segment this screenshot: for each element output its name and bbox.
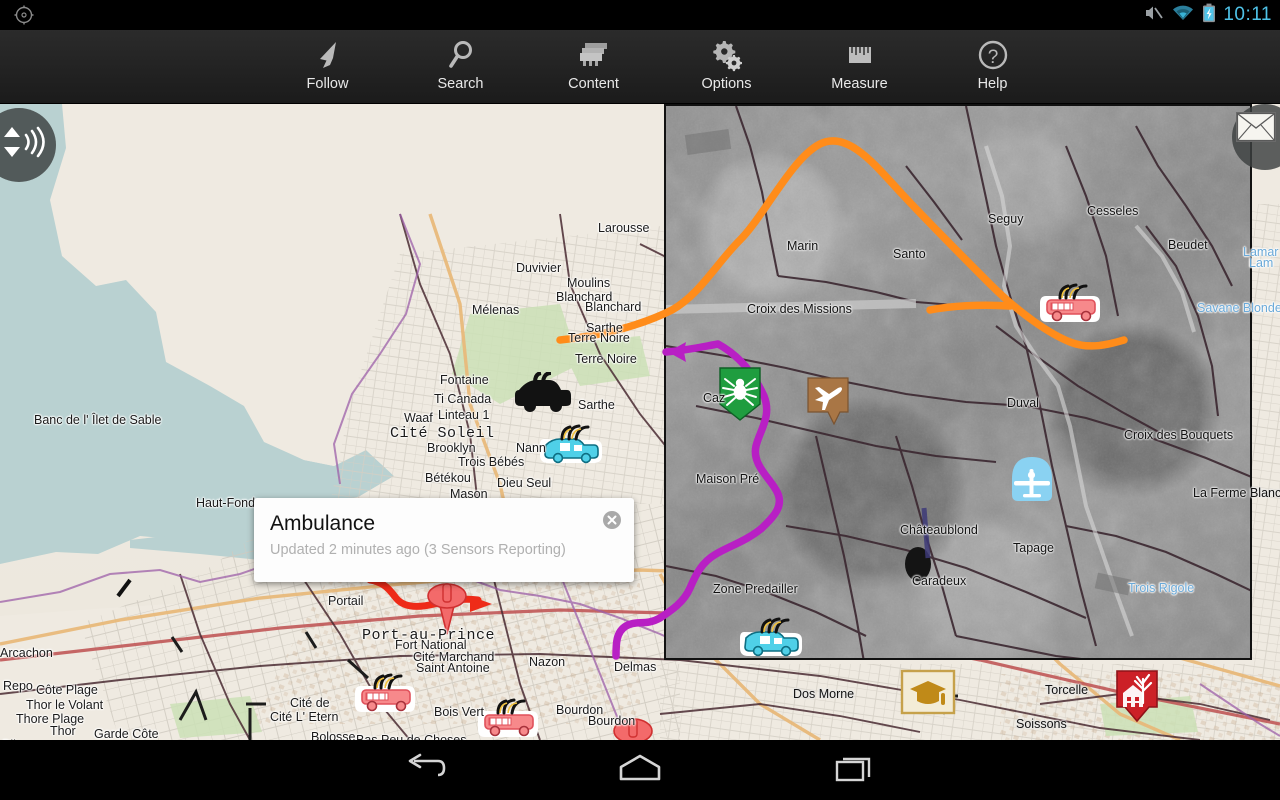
feature-info-callout[interactable]: Ambulance Updated 2 minutes ago (3 Senso… (254, 498, 634, 582)
toolbar-label-search: Search (437, 76, 484, 92)
recents-icon (834, 753, 876, 788)
toolbar-button-search[interactable]: Search (394, 30, 527, 104)
layers-stack-icon (576, 36, 612, 74)
toolbar-button-follow[interactable]: Follow (261, 30, 394, 104)
marker-biohazard-shield[interactable] (716, 366, 764, 427)
marker-damage[interactable] (1113, 669, 1161, 732)
battery-charging-icon (1202, 3, 1216, 28)
status-clock: 10:11 (1223, 4, 1272, 25)
volume-muted-icon (1144, 4, 1164, 27)
ruler-icon (842, 36, 878, 74)
nav-home-button[interactable] (533, 740, 748, 800)
map-application-window: 10:11 Follow Search Content Options Meas… (0, 0, 1280, 800)
nav-recents-button[interactable] (748, 740, 963, 800)
toolbar-button-options[interactable]: Options (660, 30, 793, 104)
toolbar-button-content[interactable]: Content (527, 30, 660, 104)
toolbar-label-content: Content (568, 76, 619, 92)
navigation-arrow-icon (311, 36, 345, 74)
marker-medical-1[interactable] (610, 709, 656, 740)
gears-icon (710, 36, 744, 74)
callout-subtitle: Updated 2 minutes ago (3 Sensors Reporti… (270, 542, 566, 558)
wifi-icon (1171, 4, 1195, 27)
status-icons: 10:11 (1144, 0, 1272, 30)
question-circle-icon: ? (976, 36, 1010, 74)
android-navigation-bar (0, 740, 1280, 800)
marker-school[interactable] (900, 667, 956, 724)
marker-airport-blue[interactable] (1008, 455, 1056, 518)
android-status-bar: 10:11 (0, 0, 1280, 30)
callout-title: Ambulance (270, 512, 376, 535)
marker-vehicle-black[interactable] (513, 371, 573, 421)
toolbar-label-options: Options (701, 76, 752, 92)
toolbar-button-help[interactable]: ? Help (926, 30, 1059, 104)
marker-firetruck-2[interactable] (355, 664, 417, 721)
marker-ambulance-1[interactable] (540, 419, 602, 474)
marker-firetruck-1[interactable] (1040, 274, 1102, 331)
marker-ambulance-2[interactable] (740, 612, 802, 667)
svg-text:?: ? (987, 47, 998, 68)
home-icon (617, 753, 663, 788)
zoom-broadcast-icon (0, 123, 52, 168)
toolbar-button-measure[interactable]: Measure (793, 30, 926, 104)
toolbar-label-follow: Follow (306, 76, 349, 92)
map-canvas[interactable]: Banc de l' Îlet de Sable Haut-Fond Larouss… (0, 104, 1280, 740)
compass-icon (13, 4, 35, 26)
app-action-bar: Follow Search Content Options Measure ? … (0, 30, 1280, 104)
magnifier-icon (444, 36, 478, 74)
toolbar-label-help: Help (977, 76, 1008, 92)
marker-medical-2[interactable] (424, 574, 470, 641)
back-icon (404, 753, 446, 788)
close-circle-icon[interactable] (602, 510, 622, 530)
toolbar-label-measure: Measure (831, 76, 888, 92)
marker-firetruck-3[interactable] (478, 689, 540, 740)
envelope-icon[interactable] (1236, 112, 1276, 142)
nav-back-button[interactable] (318, 740, 533, 800)
marker-airport-brown[interactable] (805, 376, 851, 435)
